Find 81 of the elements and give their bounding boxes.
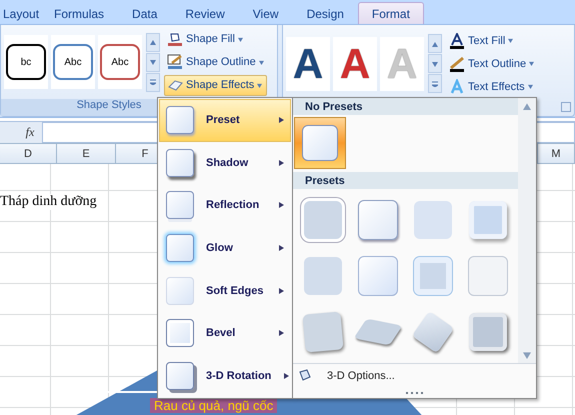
wordart-swatch[interactable]: A: [286, 36, 330, 90]
caret-icon: [528, 84, 533, 89]
ribbon-command[interactable]: Text Fill: [446, 30, 538, 51]
menu-item[interactable]: Bevel: [159, 312, 291, 354]
more-button[interactable]: [428, 74, 442, 93]
resize-grip-icon[interactable]: [404, 392, 424, 394]
letter-a-icon: [449, 32, 465, 48]
down-arrow-icon: [523, 351, 531, 359]
section-header: No Presets: [293, 98, 518, 115]
sheet-title: Tháp dinh dưỡng: [0, 194, 99, 210]
shape-style-swatch[interactable]: Abc: [98, 35, 142, 89]
effect-icon: [166, 319, 194, 348]
scrollbar[interactable]: [518, 98, 536, 363]
wordart-sample: A: [340, 40, 370, 86]
submenu-arrow-icon: [278, 330, 284, 336]
caret-icon: [257, 82, 262, 88]
style-sample: Abc: [100, 44, 140, 80]
caret-icon: [238, 36, 243, 42]
pencil-icon: [167, 54, 183, 70]
effect-icon: [166, 276, 194, 305]
shape-text: Rau củ quả, ngũ cốc: [150, 398, 278, 413]
scroll-up-button[interactable]: [428, 34, 442, 53]
scroll-down-button[interactable]: [146, 52, 160, 72]
menu-item[interactable]: Soft Edges: [159, 269, 291, 312]
ribbon-command[interactable]: Shape Fill: [164, 28, 267, 50]
down-arrow-icon: [150, 59, 156, 65]
glowing-letter-icon: [449, 78, 465, 94]
pencil-icon: [449, 56, 465, 72]
ribbon-command[interactable]: Text Effects: [446, 76, 538, 97]
submenu-arrow-icon: [283, 372, 290, 379]
wordart-sample: A: [386, 40, 418, 86]
submenu-arrow-icon: [278, 202, 284, 208]
ribbon-tab[interactable]: Format: [358, 2, 424, 24]
menu-item[interactable]: Reflection: [159, 184, 291, 227]
menu-item[interactable]: 3-D Rotation: [159, 354, 291, 398]
style-sample: bc: [6, 44, 46, 80]
more-button[interactable]: [146, 72, 160, 92]
ribbon-tab[interactable]: Review: [171, 2, 239, 24]
column-header[interactable]: M: [538, 144, 575, 163]
column-header[interactable]: E: [57, 144, 116, 163]
ribbon-command[interactable]: Shape Effects: [164, 74, 267, 96]
effect-icon: [166, 106, 194, 134]
up-arrow-icon: [523, 102, 531, 110]
dialog-launcher-icon[interactable]: [561, 102, 571, 112]
wordart-swatch[interactable]: A: [333, 36, 377, 90]
scroll-up-button[interactable]: [146, 32, 160, 52]
fx-label[interactable]: fx: [18, 125, 42, 140]
ribbon-tab[interactable]: View: [238, 2, 293, 24]
up-arrow-icon: [150, 39, 156, 45]
ribbon-command[interactable]: Shape Outline: [164, 52, 267, 72]
submenu-arrow-icon: [278, 245, 284, 252]
down-arrow-icon: [432, 60, 438, 66]
effect-icon: [166, 148, 194, 177]
ribbon-tab[interactable]: Data: [118, 2, 172, 24]
submenu-arrow-icon: [278, 117, 284, 124]
more-icon: [432, 80, 438, 86]
ribbon-command[interactable]: Text Outline: [446, 53, 538, 74]
options-link[interactable]: 3-D Options...: [327, 370, 395, 382]
menu-item[interactable]: Glow: [159, 226, 291, 270]
shape-style-swatch[interactable]: bc: [4, 35, 48, 89]
effect-icon: [166, 362, 194, 390]
more-icon: [150, 79, 156, 85]
shape-style-swatch[interactable]: Abc: [51, 35, 95, 89]
wordart-sample: A: [292, 40, 324, 86]
menu-item[interactable]: Preset: [159, 99, 291, 142]
caret-icon: [529, 61, 534, 66]
column-header[interactable]: D: [0, 144, 57, 163]
caret-icon: [508, 38, 514, 43]
ribbon-tab[interactable]: Formulas: [40, 2, 118, 24]
scroll-down-button[interactable]: [428, 54, 442, 73]
section-header: Presets: [293, 172, 518, 189]
ribbon-tab[interactable]: Design: [292, 2, 358, 24]
effect-icon: [166, 234, 194, 262]
no-preset-tile[interactable]: [294, 117, 346, 169]
up-arrow-icon: [432, 40, 438, 46]
caret-icon: [258, 60, 264, 64]
effect-icon: [166, 191, 194, 220]
style-sample: Abc: [53, 44, 93, 80]
submenu-arrow-icon: [278, 288, 284, 294]
ribbon-tab[interactable]: Layout: [2, 2, 40, 24]
submenu-arrow-icon: [278, 160, 284, 166]
